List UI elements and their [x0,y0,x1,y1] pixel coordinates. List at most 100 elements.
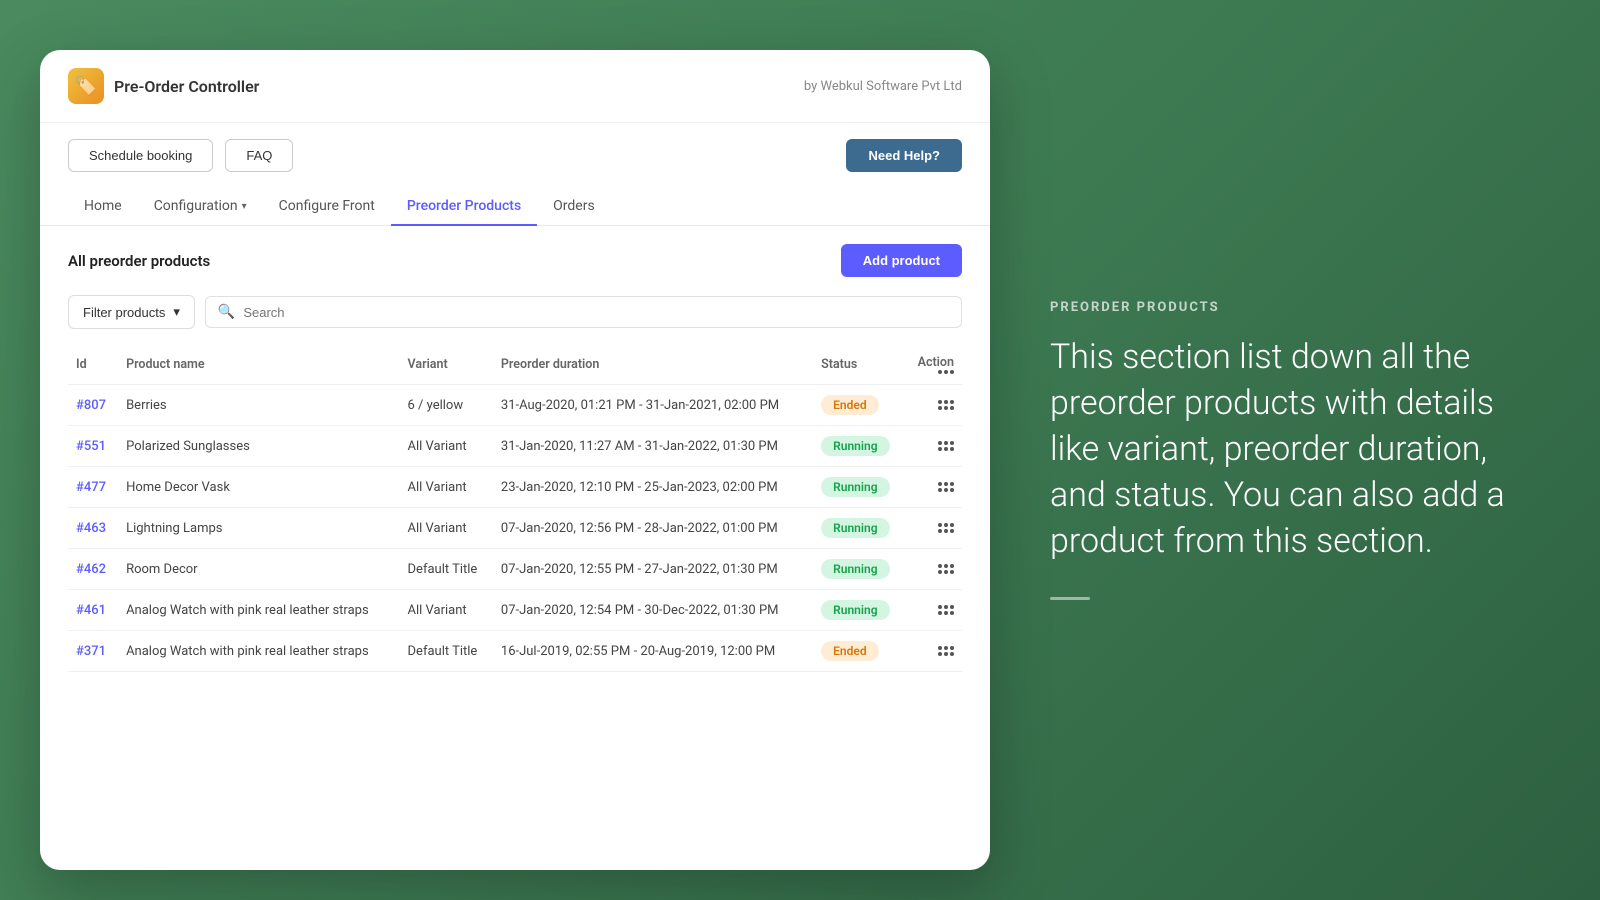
tab-configuration[interactable]: Configuration ▾ [138,188,263,226]
filter-label: Filter products [83,305,165,320]
table-row: #371 Analog Watch with pink real leather… [68,631,962,672]
section-description: This section list down all the preorder … [1050,335,1510,564]
cell-duration: 23-Jan-2020, 12:10 PM - 25-Jan-2023, 02:… [493,467,813,508]
cell-product-name: Lightning Lamps [118,508,399,549]
tab-orders[interactable]: Orders [537,188,611,226]
table-row: #807 Berries 6 / yellow 31-Aug-2020, 01:… [68,385,962,426]
search-input[interactable] [243,305,949,320]
action-dots-bottom[interactable] [938,652,954,656]
table-header-row: Id Product name Variant Preorder duratio… [68,345,962,385]
status-badge: Running [821,518,889,538]
cell-status: Running [813,508,905,549]
brand-name: Pre-Order Controller [114,77,259,96]
cell-duration: 07-Jan-2020, 12:56 PM - 28-Jan-2022, 01:… [493,508,813,549]
cell-product-name: Home Decor Vask [118,467,399,508]
cell-variant: All Variant [400,467,493,508]
add-product-button[interactable]: Add product [841,244,962,277]
cell-id: #551 [68,426,118,467]
cell-variant: All Variant [400,508,493,549]
action-dots-top[interactable] [938,400,954,404]
col-header-status: Status [813,345,905,385]
cell-variant: Default Title [400,631,493,672]
cell-duration: 31-Jan-2020, 11:27 AM - 31-Jan-2022, 01:… [493,426,813,467]
section-divider [1050,597,1090,600]
faq-button[interactable]: FAQ [225,139,293,172]
tab-preorder-products[interactable]: Preorder Products [391,188,537,226]
section-label: PREORDER PRODUCTS [1050,300,1540,315]
schedule-booking-button[interactable]: Schedule booking [68,139,213,172]
action-dots-top[interactable] [938,441,954,445]
col-header-product-name: Product name [118,345,399,385]
brand-emoji: 🏷️ [75,76,97,97]
action-dots-top[interactable] [938,646,954,650]
cell-duration: 31-Aug-2020, 01:21 PM - 31-Jan-2021, 02:… [493,385,813,426]
status-badge: Ended [821,395,878,415]
filter-products-button[interactable]: Filter products ▾ [68,295,195,329]
product-id-link[interactable]: #461 [76,603,106,618]
cell-product-name: Room Decor [118,549,399,590]
action-dots-bottom[interactable] [938,570,954,574]
action-dots-top[interactable] [938,564,954,568]
cell-action [905,426,962,467]
table-row: #551 Polarized Sunglasses All Variant 31… [68,426,962,467]
cell-id: #371 [68,631,118,672]
status-badge: Running [821,559,889,579]
product-id-link[interactable]: #371 [76,644,106,659]
page-title: All preorder products [68,252,210,270]
content-area: All preorder products Add product Filter… [40,226,990,690]
col-header-id: Id [68,345,118,385]
action-dots-top[interactable] [938,523,954,527]
cell-status: Running [813,467,905,508]
status-badge: Running [821,600,889,620]
cell-variant: All Variant [400,590,493,631]
table-row: #462 Room Decor Default Title 07-Jan-202… [68,549,962,590]
chevron-down-icon: ▾ [242,201,247,212]
action-dots-bottom[interactable] [938,406,954,410]
cell-variant: 6 / yellow [400,385,493,426]
cell-product-name: Polarized Sunglasses [118,426,399,467]
action-dots-bottom[interactable] [938,488,954,492]
action-header-dots [938,370,954,374]
cell-action [905,385,962,426]
cell-duration: 07-Jan-2020, 12:55 PM - 27-Jan-2022, 01:… [493,549,813,590]
status-badge: Ended [821,641,878,661]
filter-row: Filter products ▾ 🔍 [68,295,962,329]
cell-id: #807 [68,385,118,426]
cell-action [905,549,962,590]
col-header-action: Action [905,345,962,385]
cell-product-name: Analog Watch with pink real leather stra… [118,590,399,631]
cell-action [905,590,962,631]
product-id-link[interactable]: #477 [76,480,106,495]
cell-action [905,508,962,549]
brand-section: 🏷️ Pre-Order Controller [68,68,259,104]
product-id-link[interactable]: #551 [76,439,106,454]
action-dots-bottom[interactable] [938,611,954,615]
col-header-preorder-duration: Preorder duration [493,345,813,385]
cell-product-name: Analog Watch with pink real leather stra… [118,631,399,672]
cell-variant: Default Title [400,549,493,590]
cell-duration: 07-Jan-2020, 12:54 PM - 30-Dec-2022, 01:… [493,590,813,631]
cell-status: Ended [813,385,905,426]
action-dots-bottom[interactable] [938,447,954,451]
nav-tabs: Home Configuration ▾ Configure Front Pre… [40,188,990,226]
brand-by: by Webkul Software Pvt Ltd [804,79,962,94]
cell-status: Running [813,590,905,631]
action-dots-top[interactable] [938,605,954,609]
product-id-link[interactable]: #462 [76,562,106,577]
cell-variant: All Variant [400,426,493,467]
col-header-variant: Variant [400,345,493,385]
products-table: Id Product name Variant Preorder duratio… [68,345,962,672]
product-id-link[interactable]: #463 [76,521,106,536]
brand-icon: 🏷️ [68,68,104,104]
action-dots-top[interactable] [938,482,954,486]
cell-id: #463 [68,508,118,549]
tab-home[interactable]: Home [68,188,138,226]
product-id-link[interactable]: #807 [76,398,106,413]
status-badge: Running [821,477,889,497]
status-badge: Running [821,436,889,456]
need-help-button[interactable]: Need Help? [846,139,962,172]
action-dots-bottom[interactable] [938,529,954,533]
tab-configure-front[interactable]: Configure Front [263,188,391,226]
cell-action [905,467,962,508]
table-row: #461 Analog Watch with pink real leather… [68,590,962,631]
